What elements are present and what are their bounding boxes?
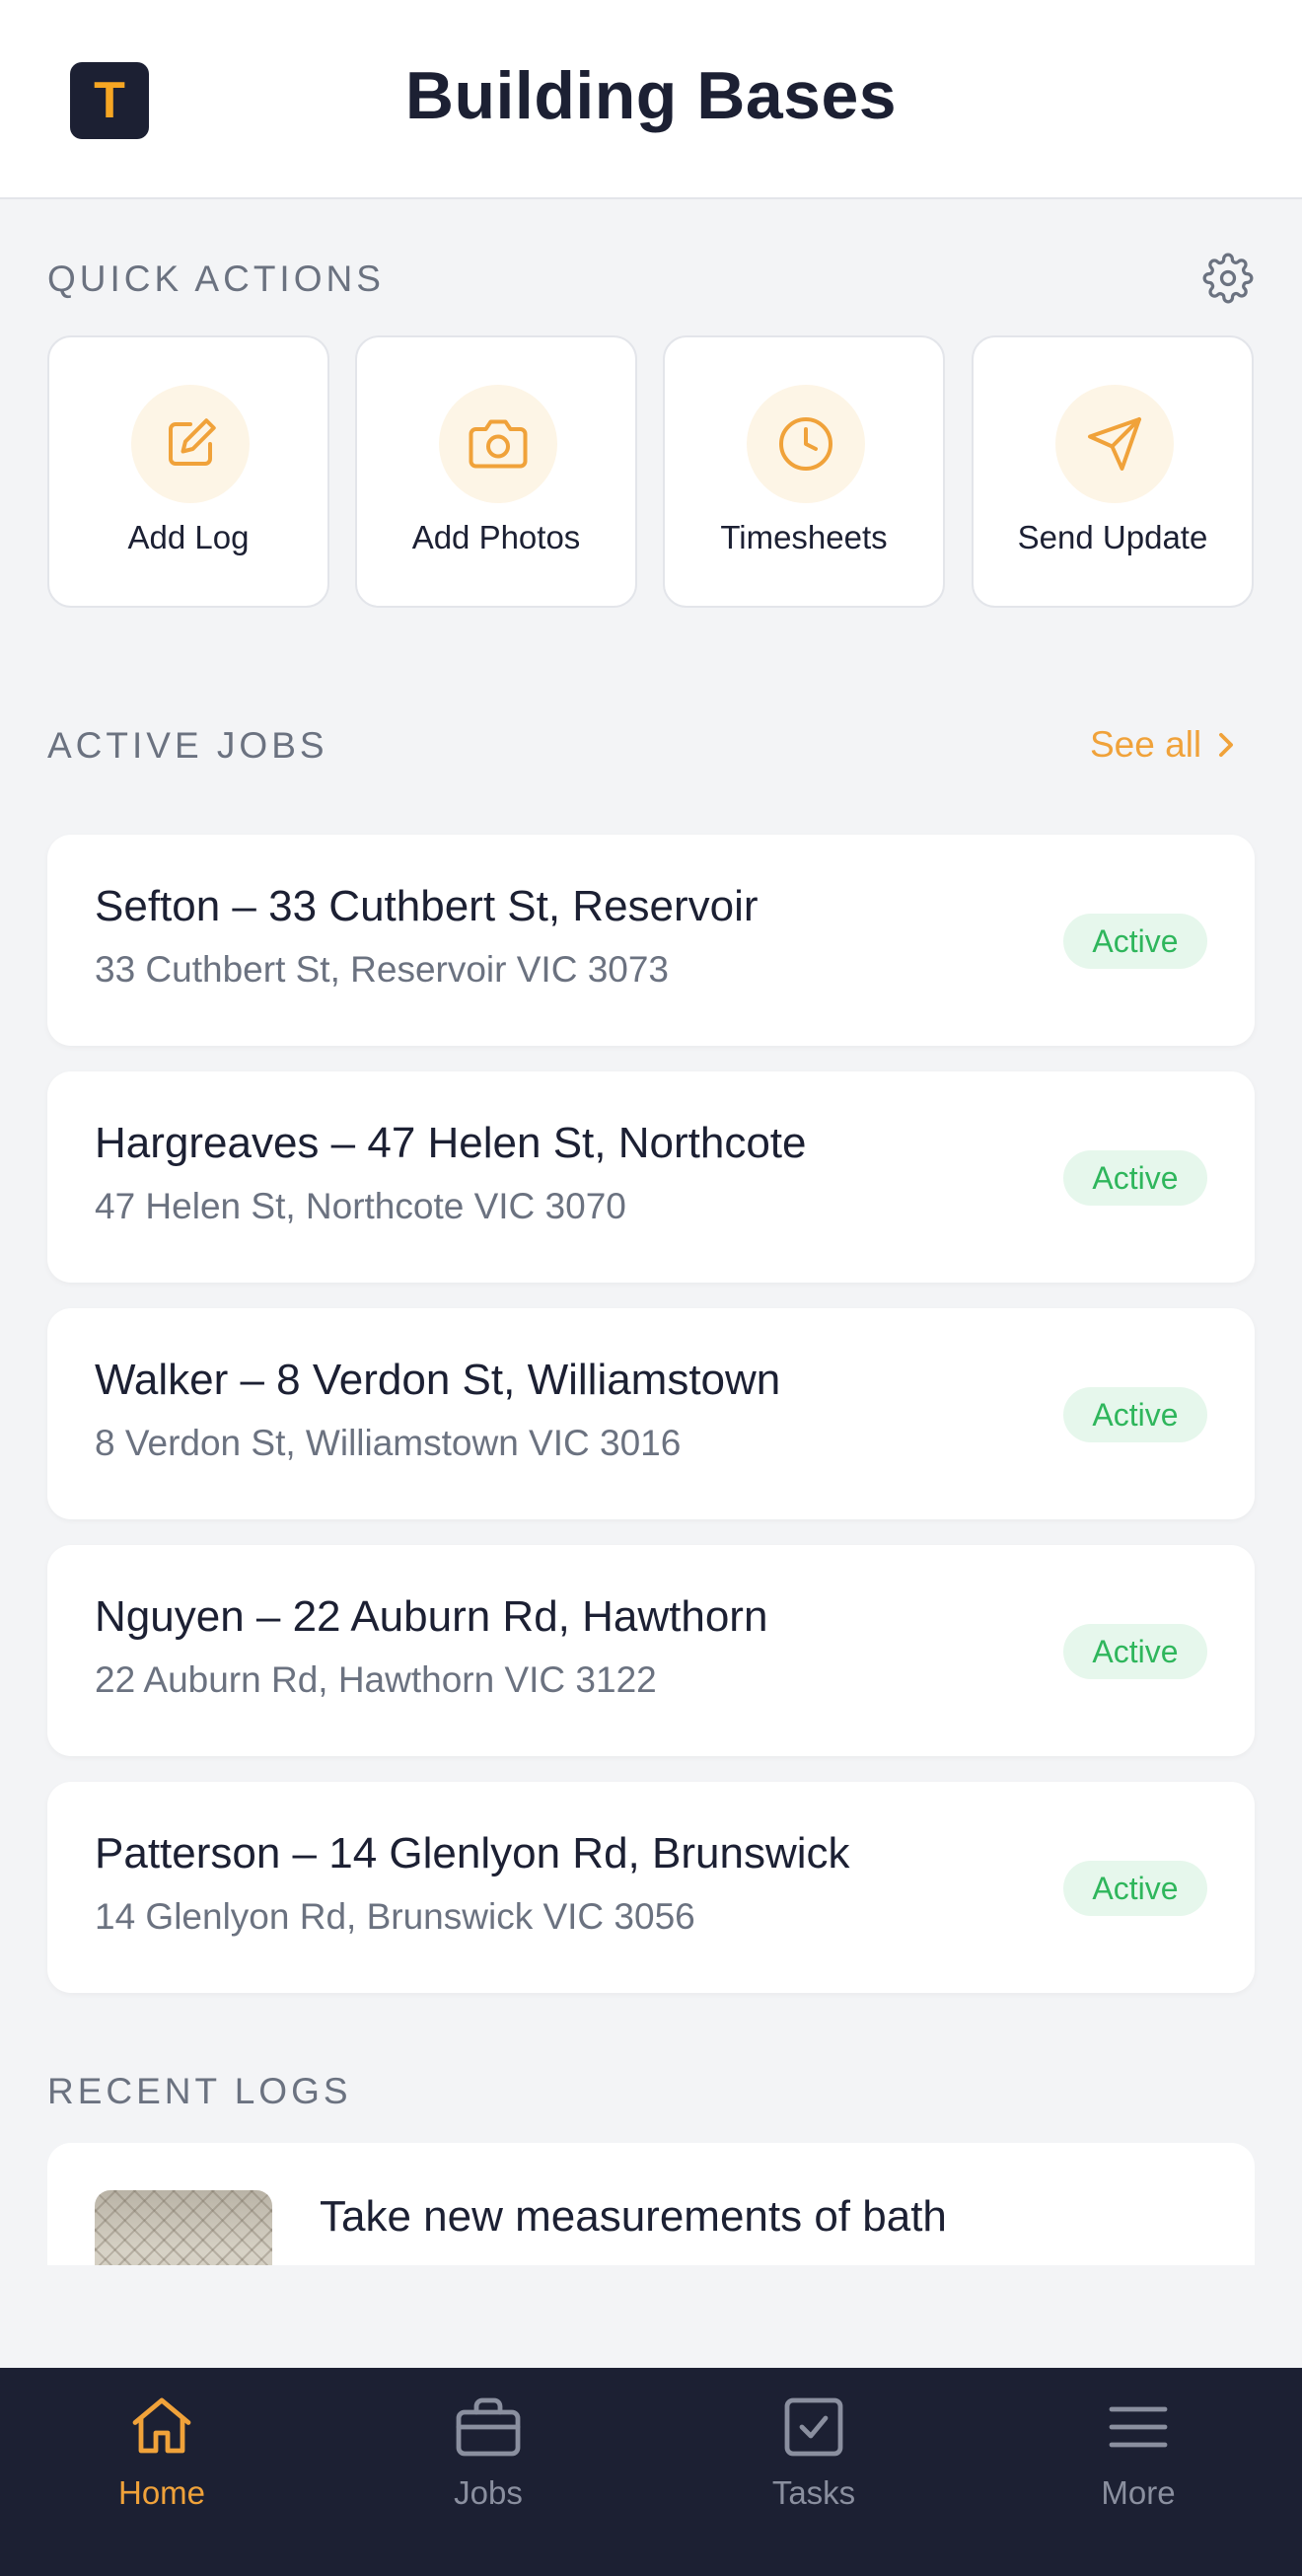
gear-icon[interactable] bbox=[1202, 253, 1254, 304]
edit-icon bbox=[169, 418, 216, 466]
log-title: Take new measurements of bath bbox=[320, 2192, 947, 2241]
job-card[interactable]: Hargreaves – 47 Helen St, Northcote 47 H… bbox=[47, 1071, 1255, 1283]
quick-action-label: Add Photos bbox=[411, 519, 581, 555]
job-title: Hargreaves – 47 Helen St, Northcote bbox=[95, 1119, 807, 1167]
quick-action-add-photos[interactable]: Add Photos bbox=[355, 335, 637, 608]
see-all-label: See all bbox=[1090, 724, 1202, 765]
camera-icon bbox=[469, 419, 528, 469]
page-title: Building Bases bbox=[404, 58, 898, 133]
app-header: T Building Bases bbox=[0, 0, 1302, 199]
nav-item-home[interactable]: Home bbox=[63, 2392, 260, 2530]
job-address: 22 Auburn Rd, Hawthorn VIC 3122 bbox=[95, 1659, 657, 1700]
job-title: Nguyen – 22 Auburn Rd, Hawthorn bbox=[95, 1592, 768, 1641]
nav-item-more[interactable]: More bbox=[1040, 2392, 1237, 2530]
job-card[interactable]: Patterson – 14 Glenlyon Rd, Brunswick 14… bbox=[47, 1782, 1255, 1993]
job-card[interactable]: Walker – 8 Verdon St, Williamstown 8 Ver… bbox=[47, 1308, 1255, 1519]
recent-logs-label: RECENT LOGS bbox=[47, 2071, 352, 2111]
nav-label: Tasks bbox=[771, 2474, 856, 2511]
checkbox-icon bbox=[784, 2397, 843, 2457]
clock-icon bbox=[779, 417, 832, 471]
status-badge: Active bbox=[1063, 1861, 1207, 1916]
nav-label: Home bbox=[117, 2474, 206, 2511]
quick-action-label: Send Update bbox=[1017, 519, 1208, 555]
job-address: 33 Cuthbert St, Reservoir VIC 3073 bbox=[95, 949, 670, 990]
job-address: 8 Verdon St, Williamstown VIC 3016 bbox=[95, 1423, 682, 1463]
quick-actions-label: QUICK ACTIONS bbox=[47, 258, 385, 299]
log-card[interactable]: Take new measurements of bath bbox=[47, 2143, 1255, 2265]
job-address: 14 Glenlyon Rd, Brunswick VIC 3056 bbox=[95, 1896, 695, 1937]
quick-action-label: Timesheets bbox=[720, 519, 888, 555]
job-address: 47 Helen St, Northcote VIC 3070 bbox=[95, 1186, 626, 1226]
home-icon bbox=[132, 2397, 191, 2454]
quick-action-send-update[interactable]: Send Update bbox=[972, 335, 1254, 608]
job-title: Sefton – 33 Cuthbert St, Reservoir bbox=[95, 882, 759, 930]
quick-action-add-log[interactable]: Add Log bbox=[47, 335, 329, 608]
status-badge: Active bbox=[1063, 1624, 1207, 1679]
job-title: Patterson – 14 Glenlyon Rd, Brunswick bbox=[95, 1829, 850, 1877]
quick-action-label: Add Log bbox=[127, 519, 250, 555]
job-title: Walker – 8 Verdon St, Williamstown bbox=[95, 1356, 781, 1404]
log-thumbnail bbox=[95, 2190, 272, 2265]
status-badge: Active bbox=[1063, 914, 1207, 969]
status-badge: Active bbox=[1063, 1150, 1207, 1206]
job-card[interactable]: Nguyen – 22 Auburn Rd, Hawthorn 22 Aubur… bbox=[47, 1545, 1255, 1756]
status-badge: Active bbox=[1063, 1387, 1207, 1442]
quick-action-icon-bg bbox=[1055, 385, 1174, 503]
briefcase-icon bbox=[456, 2397, 521, 2457]
nav-item-tasks[interactable]: Tasks bbox=[715, 2392, 912, 2530]
bottom-nav: Home Jobs Tasks More bbox=[0, 2368, 1302, 2576]
menu-icon bbox=[1109, 2406, 1168, 2448]
quick-action-icon-bg bbox=[747, 385, 865, 503]
quick-action-icon-bg bbox=[439, 385, 557, 503]
chevron-right-icon bbox=[1207, 2259, 1233, 2265]
nav-label: Jobs bbox=[454, 2474, 523, 2511]
active-jobs-label: ACTIVE JOBS bbox=[47, 725, 328, 766]
job-card[interactable]: Sefton – 33 Cuthbert St, Reservoir 33 Cu… bbox=[47, 835, 1255, 1046]
quick-action-timesheets[interactable]: Timesheets bbox=[663, 335, 945, 608]
send-icon bbox=[1088, 417, 1141, 471]
see-all-link[interactable]: See all bbox=[1090, 720, 1239, 770]
recent-logs-list: Take new measurements of bath bbox=[47, 2143, 1255, 2265]
chevron-right-icon bbox=[1219, 732, 1234, 758]
nav-label: More bbox=[1101, 2474, 1176, 2511]
quick-action-icon-bg bbox=[131, 385, 250, 503]
nav-item-jobs[interactable]: Jobs bbox=[390, 2392, 587, 2530]
